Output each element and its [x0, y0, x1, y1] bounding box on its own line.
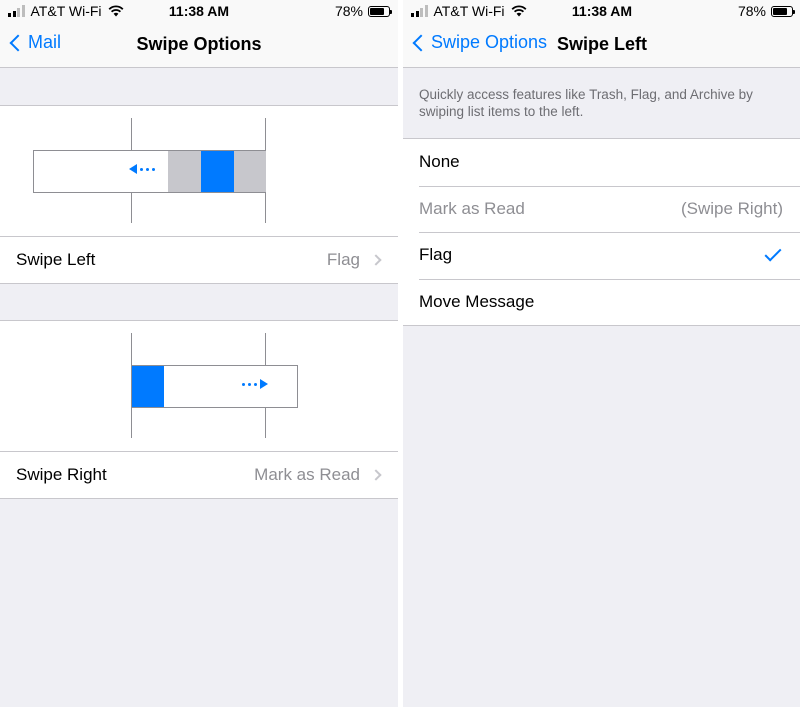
chevron-right-icon — [370, 254, 382, 266]
status-bar: AT&T Wi-Fi 11:38 AM 78% — [403, 0, 800, 24]
arrow-right-icon — [242, 379, 268, 389]
chevron-right-icon — [370, 469, 382, 481]
swipe-right-row[interactable]: Swipe Right Mark as Read — [0, 452, 398, 498]
option-detail: (Swipe Right) — [680, 198, 783, 218]
swipe-action-tile — [168, 151, 201, 192]
flag-action-tile — [201, 151, 234, 192]
option-row[interactable]: None — [403, 139, 800, 186]
section-description: Quickly access features like Trash, Flag… — [419, 87, 753, 119]
option-label: Flag — [419, 245, 453, 265]
navigation-bar: Mail Swipe Options — [0, 24, 398, 68]
checkmark-icon — [764, 244, 782, 262]
mark-read-action-tile — [132, 366, 164, 407]
swipe-right-illustration — [131, 365, 298, 408]
option-row[interactable]: Mark as Read (Swipe Right) — [403, 185, 800, 233]
battery-icon — [368, 5, 392, 17]
page-title: Swipe Options — [136, 34, 262, 54]
status-bar: AT&T Wi-Fi 11:38 AM 78% — [0, 0, 398, 24]
swipe-left-label: Swipe Left — [16, 250, 96, 269]
chevron-left-icon — [412, 34, 430, 51]
swipe-right-group: Swipe Right Mark as Read — [0, 320, 398, 499]
swipe-right-value: Mark as Read — [254, 465, 360, 484]
option-row[interactable]: Move Message — [403, 278, 800, 326]
swipe-left-screen: AT&T Wi-Fi 11:38 AM 78% Swipe Options Sw… — [403, 0, 800, 707]
option-label: Mark as Read — [419, 198, 525, 218]
battery-percent: 78% — [334, 3, 363, 19]
swipe-right-label: Swipe Right — [16, 465, 107, 484]
battery-icon — [771, 5, 795, 17]
back-button[interactable]: Swipe Options — [411, 32, 547, 53]
swipe-left-value: Flag — [326, 250, 360, 269]
battery-percent: 78% — [737, 3, 766, 19]
swipe-left-group: Swipe Left Flag — [0, 105, 398, 284]
navigation-bar: Swipe Options Swipe Left — [403, 24, 800, 68]
swipe-left-row[interactable]: Swipe Left Flag — [0, 237, 398, 283]
option-row[interactable]: Flag — [403, 232, 800, 279]
swipe-action-options: None Mark as Read (Swipe Right) Flag Move Me… — [403, 138, 800, 326]
option-label: None — [419, 152, 460, 172]
swipe-options-screen: AT&T Wi-Fi 11:38 AM 78% Mail Swipe Optio… — [0, 0, 398, 707]
swipe-left-illustration — [33, 150, 266, 193]
swipe-right-preview — [0, 321, 398, 452]
back-button-label: Swipe Options — [431, 32, 548, 52]
swipe-action-tile — [234, 151, 266, 192]
page-title: Swipe Left — [557, 34, 648, 54]
option-label: Move Message — [419, 291, 535, 311]
swipe-left-preview — [0, 106, 398, 237]
arrow-left-icon — [129, 164, 155, 174]
